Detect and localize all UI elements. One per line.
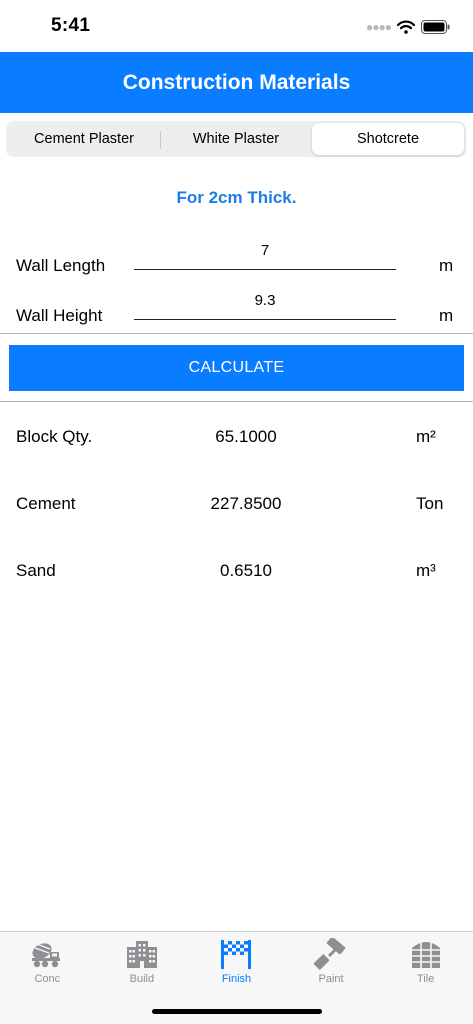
tab-label: Conc [34,973,61,985]
plaster-type-segmented-control: Cement Plaster White Plaster Shotcrete [6,121,466,157]
wall-length-unit: m [439,256,454,275]
battery-icon [421,20,450,34]
segment-white-plaster[interactable]: White Plaster [160,123,312,155]
status-bar: 5:41 ●●●● [0,0,473,52]
status-time: 5:41 [51,15,91,36]
divider [0,401,473,402]
result-row-cement: Cement 227.8500 Ton [0,492,473,518]
page-title: Construction Materials [122,70,351,94]
tab-label: Build [129,973,155,985]
result-unit: m³ [416,561,436,580]
wall-height-input[interactable] [134,288,396,320]
divider [0,333,473,334]
thickness-label: For 2cm Thick. [176,188,297,207]
result-label: Sand [16,561,56,580]
tab-label: Paint [318,973,344,985]
result-label: Cement [16,494,76,513]
signal-icon: ●●●● [366,20,392,34]
tab-conc[interactable]: Conc [0,932,95,1024]
building-icon [125,938,159,970]
wall-height-label: Wall Height [16,306,103,325]
paint-roller-icon [314,938,348,970]
result-row-sand: Sand 0.6510 m³ [0,559,473,585]
wall-length-label: Wall Length [16,256,106,275]
tile-icon [409,938,443,970]
tab-label: Tile [417,973,435,985]
wall-length-row: Wall Length m [0,238,473,278]
result-unit: m² [416,427,436,446]
home-indicator [152,1009,322,1014]
tab-tile[interactable]: Tile [378,932,473,1024]
wall-height-row: Wall Height m [0,288,473,328]
segment-cement-plaster[interactable]: Cement Plaster [8,123,160,155]
result-row-block-qty: Block Qty. 65.1000 m² [0,425,473,451]
nav-bar: Construction Materials [0,52,473,113]
wall-height-unit: m [439,306,454,325]
status-icons: ●●●● [366,17,451,37]
tab-label: Finish [221,973,252,985]
wall-length-input[interactable] [134,238,396,270]
concrete-mixer-icon [30,938,64,970]
checkered-flag-icon [219,938,253,970]
result-unit: Ton [416,494,444,513]
segment-shotcrete[interactable]: Shotcrete [312,123,464,155]
result-value: 65.1000 [215,427,277,446]
wifi-icon [397,20,415,34]
calculate-button[interactable]: CALCULATE [9,345,464,391]
result-value: 227.8500 [210,494,282,513]
result-label: Block Qty. [16,427,93,446]
result-value: 0.6510 [220,561,272,580]
